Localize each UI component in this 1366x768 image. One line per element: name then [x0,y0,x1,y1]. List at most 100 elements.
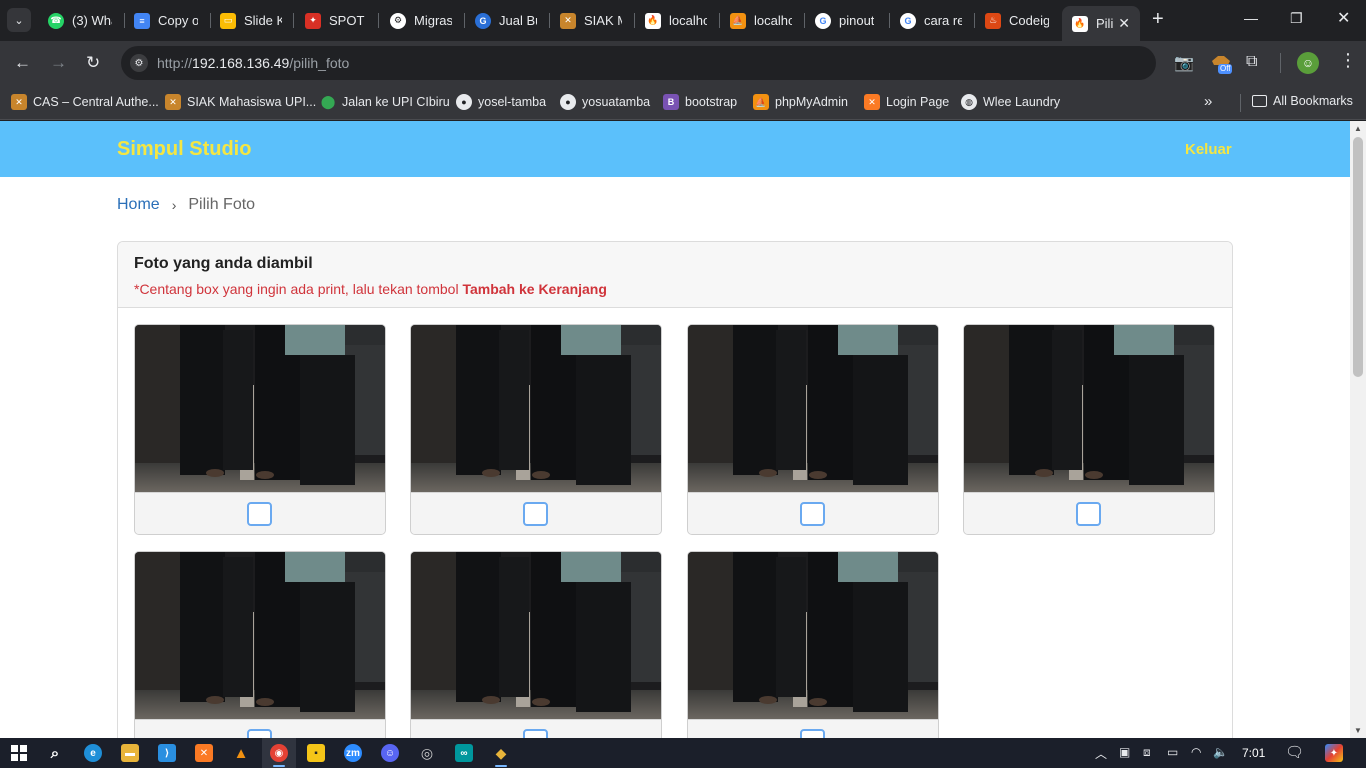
page-scrollbar[interactable]: ▲ ▼ [1350,121,1366,738]
photo-select-checkbox[interactable] [523,502,548,526]
notifications-icon[interactable]: 🗨 [1285,743,1304,761]
tab-siak[interactable]: ✕ SIAK M [560,8,622,33]
bookmark-yosel-tamba[interactable]: ● yosel-tamba [456,94,546,110]
photo-item [687,324,939,535]
photo-select-checkbox[interactable] [1076,502,1101,526]
discord-icon[interactable]: ☺ [381,744,399,762]
bookmark-bootstrap[interactable]: B bootstrap [663,94,737,110]
photo-footer [135,492,385,534]
bookmark-siak[interactable]: ✕ SIAK Mahasiswa UPI... [165,94,316,110]
card-header: Foto yang anda diambil *Centang box yang… [118,242,1232,308]
copilot-icon[interactable]: ✦ [1325,744,1343,762]
globe-icon: ◍ [961,94,977,110]
active-indicator [273,765,285,767]
restore-icon[interactable]: ❐ [1290,10,1303,27]
tab-codeigniter[interactable]: ♨ Codeig [985,8,1049,33]
search-icon[interactable]: ⌕ [46,744,64,762]
tab-google-slides[interactable]: ▭ Slide K [220,8,282,33]
scroll-up-arrow-icon[interactable]: ▲ [1354,124,1362,133]
google-icon: G [815,12,831,29]
bookmark-wlee-laundry[interactable]: ◍ Wlee Laundry [961,94,1060,110]
tab-separator [634,13,635,28]
tab-separator [464,13,465,28]
tab-separator [804,13,805,28]
back-icon[interactable]: ← [14,53,31,73]
scroll-thumb[interactable] [1353,137,1363,377]
tab-pinout[interactable]: G pinout [815,8,877,33]
window-close-icon[interactable]: ✕ [1337,8,1350,28]
address-bar[interactable]: ⚙ http://192.168.136.49/pilih_foto [121,46,1156,80]
bookmark-yosuatamba[interactable]: ● yosuatamba [560,94,650,110]
logout-link[interactable]: Keluar [1185,141,1232,158]
file-explorer-icon[interactable]: ▬ [121,744,139,762]
chrome-icon[interactable]: ◉ [270,744,288,762]
tab-jual-buku[interactable]: G Jual Bu [475,8,537,33]
breadcrumb-home-link[interactable]: Home [117,196,160,214]
page-viewport: Simpul Studio Keluar Home › Pilih Foto F… [0,121,1350,738]
photo-select-checkbox[interactable] [247,502,272,526]
photo-select-checkbox[interactable] [800,729,825,738]
tray-overflow-icon[interactable]: ︿ [1095,745,1107,762]
zoom-icon[interactable]: zm [344,744,362,762]
tab-chatgpt[interactable]: ⚙ Migrasi [390,8,452,33]
tab-separator [719,13,720,28]
reload-icon[interactable]: ↻ [86,53,100,73]
all-bookmarks[interactable]: All Bookmarks [1252,94,1353,108]
tab-spot-upi[interactable]: ✦ SPOT U [305,8,367,33]
menu-kebab-icon[interactable]: ⋮ [1339,50,1357,71]
camera-icon[interactable]: 📷 [1174,53,1194,73]
photo-footer [411,492,661,534]
bookmark-phpmyadmin[interactable]: ⛵ phpMyAdmin [753,94,848,110]
minimize-icon[interactable]: — [1244,10,1258,26]
bookmarks-overflow-icon[interactable]: » [1204,93,1212,110]
tab-localhost-1[interactable]: 🔥 localho [645,8,707,33]
tab-separator [210,13,211,28]
google-docs-icon: ≡ [134,12,150,29]
vscode-icon[interactable]: ⟩ [158,744,176,762]
tab-cara-re[interactable]: G cara re [900,8,962,33]
site-info-icon[interactable]: ⚙ [130,54,148,72]
arduino-icon[interactable]: ∞ [455,744,473,762]
tab-separator [549,13,550,28]
new-tab-icon[interactable]: + [1152,9,1164,29]
extensions-puzzle-icon[interactable]: ⧉ [1246,53,1257,71]
tab-separator [889,13,890,28]
photo-thumbnail [688,552,938,719]
tab-whatsapp[interactable]: ☎ (3) Wha [48,8,112,33]
profile-avatar[interactable]: ☺ [1297,52,1319,74]
url-text[interactable]: http://192.168.136.49/pilih_foto [157,55,349,71]
photo-thumbnail [135,325,385,492]
extension-off-icon[interactable]: Off [1210,53,1232,74]
bookmark-login-page[interactable]: ✕ Login Page [864,94,949,110]
bookmark-jalan-upi[interactable]: ⬤ Jalan ke UPI CIbiru [320,94,450,110]
sticky-notes-icon[interactable]: ▪ [307,744,325,762]
vlc-icon[interactable]: ▲ [232,744,250,762]
photo-item [963,324,1215,535]
battery-icon[interactable]: ▭ [1167,745,1178,759]
bookmark-cas[interactable]: ✕ CAS – Central Authe... [11,94,159,110]
photo-select-checkbox[interactable] [523,729,548,738]
meet-now-icon[interactable]: ▣ [1119,745,1130,759]
scroll-down-arrow-icon[interactable]: ▼ [1354,726,1362,735]
bookmarks-divider [1240,94,1241,112]
github-desktop-icon[interactable]: ◎ [418,744,436,762]
edge-icon[interactable]: e [84,744,102,762]
photo-select-checkbox[interactable] [800,502,825,526]
forward-icon[interactable]: → [50,53,67,73]
xampp-icon[interactable]: ✕ [195,744,213,762]
volume-icon[interactable]: 🔈 [1213,745,1228,759]
site-brand[interactable]: Simpul Studio [117,138,251,161]
photo-item [410,324,662,535]
wifi-icon[interactable]: ◠ [1191,745,1201,759]
tab-search-chevron-icon[interactable]: ⌄ [7,8,31,32]
tab-google-docs[interactable]: ≡ Copy o [134,8,198,33]
tab-pilih-foto-active[interactable]: 🔥 Pili ✕ [1062,6,1140,41]
windows-start-icon[interactable] [10,744,28,762]
git-icon[interactable]: ◆ [492,744,510,762]
tab-localhost-2[interactable]: ⛵ localho [730,8,792,33]
close-tab-icon[interactable]: ✕ [1118,15,1130,32]
photo-thumbnail [411,552,661,719]
photo-select-checkbox[interactable] [247,729,272,738]
taskbar-clock[interactable]: 7:01 [1242,746,1265,760]
screen-capture-icon[interactable]: ⧈ [1143,745,1151,760]
